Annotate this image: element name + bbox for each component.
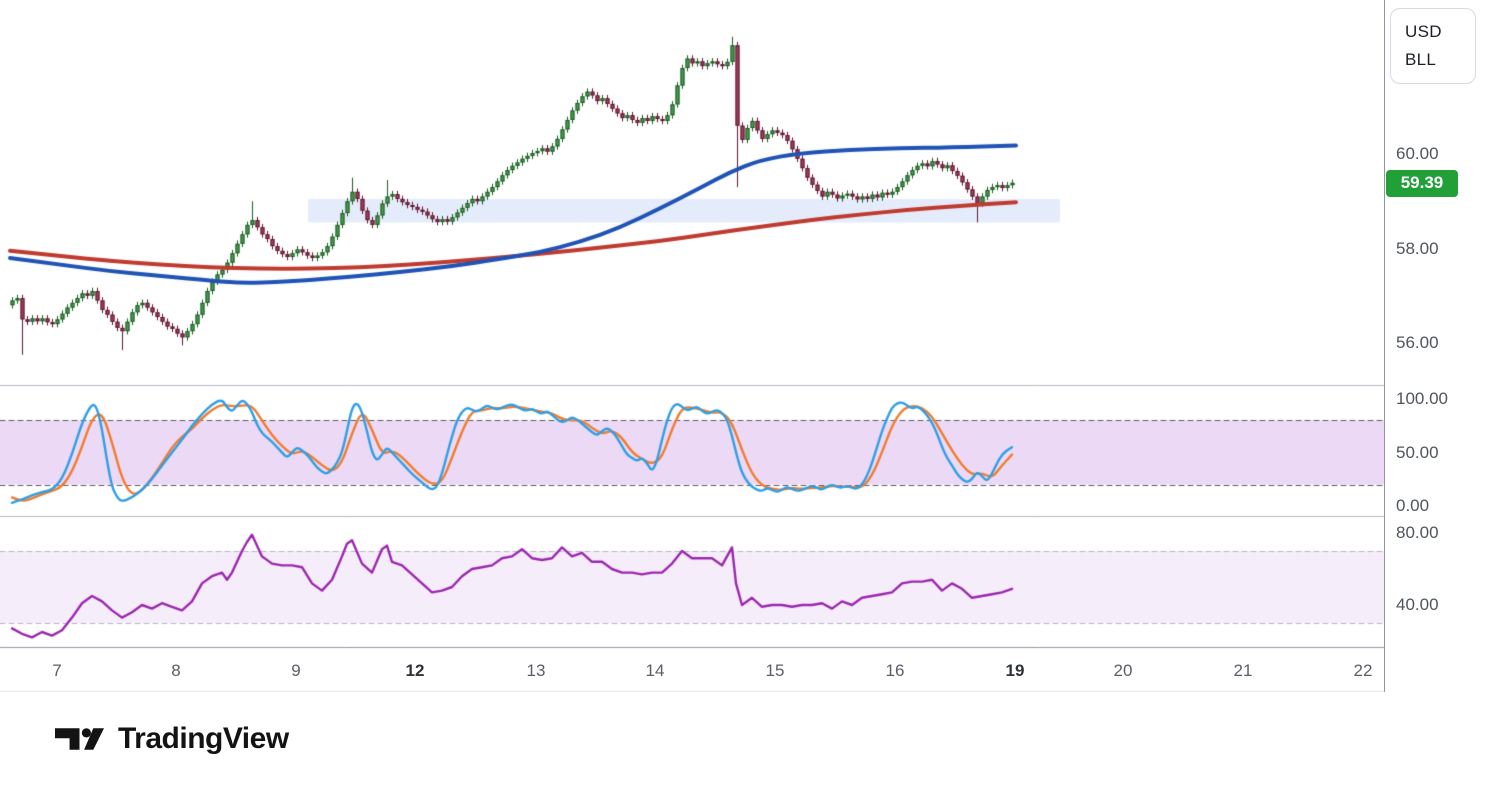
time-tick-label: 22 — [1354, 661, 1373, 681]
time-tick-label: 14 — [646, 661, 665, 681]
axis-tick-label: 58.00 — [1396, 240, 1439, 258]
symbol-ticker-label: BLL — [1405, 50, 1475, 70]
tradingview-watermark[interactable]: TradingView — [55, 722, 289, 756]
time-tick-label: 16 — [886, 661, 905, 681]
tradingview-watermark-label: TradingView — [118, 722, 289, 756]
tradingview-logo-icon — [55, 722, 104, 756]
axis-tick-label: 40.00 — [1396, 596, 1439, 614]
time-tick-label: 9 — [291, 661, 300, 681]
time-tick-label: 13 — [527, 661, 546, 681]
time-tick-label: 8 — [171, 661, 180, 681]
time-axis[interactable]: 7 8 9 12 13 14 15 16 19 20 21 22 — [0, 648, 1384, 692]
chart-canvas[interactable] — [0, 0, 1384, 692]
axis-tick-label: 56.00 — [1396, 334, 1439, 352]
axis-tick-label: 60.00 — [1396, 145, 1439, 163]
time-tick-label: 20 — [1114, 661, 1133, 681]
time-tick-label: 7 — [52, 661, 61, 681]
symbol-legend: USD BLL — [1390, 8, 1476, 84]
time-tick-label: 21 — [1234, 661, 1253, 681]
axis-tick-label: 50.00 — [1396, 444, 1439, 462]
axis-tick-label: 80.00 — [1396, 524, 1439, 542]
time-tick-label: 12 — [406, 661, 425, 681]
symbol-currency-label: USD — [1405, 22, 1475, 42]
axis-tick-label: 100.00 — [1396, 390, 1448, 408]
axis-tick-label: 0.00 — [1396, 497, 1429, 515]
time-tick-label: 15 — [766, 661, 785, 681]
tradingview-chart-screenshot: 60.00 58.00 56.00 100.00 50.00 0.00 80.00 40.00… — [0, 0, 1491, 785]
last-price-badge: 59.39 — [1386, 170, 1458, 197]
time-tick-label: 19 — [1006, 661, 1025, 681]
price-axis-column[interactable]: 60.00 58.00 56.00 100.00 50.00 0.00 80.00 40.00 — [1385, 0, 1491, 692]
